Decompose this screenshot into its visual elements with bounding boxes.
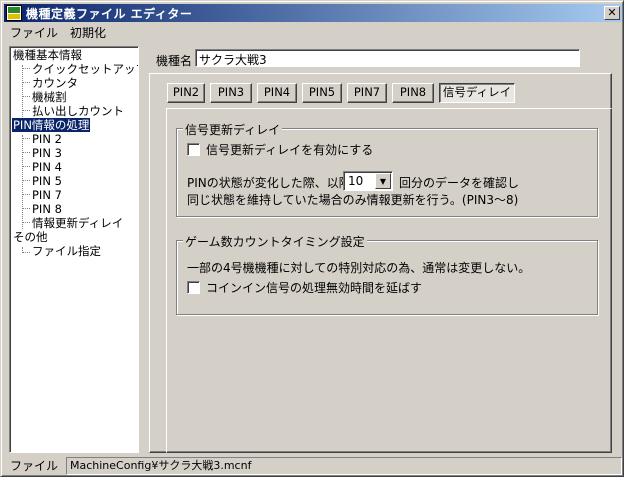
close-button[interactable]: ✕	[604, 6, 620, 20]
tree-item-pin3[interactable]: PIN 3	[32, 146, 62, 160]
delay-count-value: 10	[348, 174, 364, 188]
settings-panel: 機種名 サクラ大戦3 PIN2 PIN3 PIN4 PIN5 PIN7 PIN8…	[149, 46, 617, 453]
tree-item-pin5[interactable]: PIN 5	[32, 174, 62, 188]
model-name-input[interactable]: サクラ大戦3	[195, 49, 580, 67]
tab-signal-delay[interactable]: 信号ディレイ	[439, 83, 515, 103]
menu-file[interactable]: ファイル	[4, 24, 64, 41]
settings-tree[interactable]: 機種基本情報 クイックセットアップ カウンタ 機械割 払い出しカウント PIN情…	[9, 46, 139, 453]
coin-in-extend-box[interactable]	[187, 281, 200, 294]
coin-in-extend-checkbox[interactable]: コインイン信号の処理無効時間を延ばす	[187, 279, 422, 296]
delay-count-select[interactable]: 10 ▼	[343, 171, 393, 191]
tree-item-machine-info[interactable]: 機種基本情報	[13, 48, 82, 62]
delay-line2: 同じ状態を維持していた場合のみ情報更新を行う。(PIN3～8)	[187, 193, 519, 207]
app-icon	[6, 5, 22, 21]
enable-signal-delay-box[interactable]	[187, 143, 200, 156]
tree-item-pin8[interactable]: PIN 8	[32, 202, 62, 216]
tab-pin2[interactable]: PIN2	[167, 83, 205, 103]
window-title: 機種定義ファイル エディター	[26, 6, 193, 21]
status-file-label: ファイル名	[10, 459, 59, 473]
coin-in-extend-label: コインイン信号の処理無効時間を延ばす	[206, 281, 423, 295]
tab-pin4[interactable]: PIN4	[257, 83, 297, 103]
tree-item-pin-processing[interactable]: PIN情報の処理	[12, 118, 91, 132]
menu-initialize[interactable]: 初期化	[64, 24, 112, 41]
main-window: 機種定義ファイル エディター ✕ ファイル 初期化 機種基本情報 クイックセット…	[0, 0, 624, 477]
tab-pin5[interactable]: PIN5	[302, 83, 342, 103]
tree-item-machine-rate[interactable]: 機械割	[32, 90, 67, 104]
game-count-note: 一部の4号機機種に対しての特別対応の為、通常は変更しない。	[187, 261, 531, 275]
tab-pin8[interactable]: PIN8	[392, 83, 434, 103]
tree-item-pin7[interactable]: PIN 7	[32, 188, 62, 202]
tree-item-info-update-delay[interactable]: 情報更新ディレイ	[32, 216, 123, 230]
game-count-legend: ゲーム数カウントタイミング設定	[183, 233, 367, 250]
signal-delay-legend: 信号更新ディレイ	[183, 121, 283, 138]
model-name-label: 機種名	[156, 54, 193, 68]
menu-bar: ファイル 初期化	[4, 23, 622, 41]
delay-line1-suffix: 回分のデータを確認し	[399, 176, 520, 190]
tree-item-payout-count[interactable]: 払い出しカウント	[32, 104, 124, 118]
tree-item-pin4[interactable]: PIN 4	[32, 160, 62, 174]
enable-signal-delay-label: 信号更新ディレイを有効にする	[206, 143, 374, 157]
status-file-path: MachineConfig¥サクラ大戦3.mcnf	[66, 457, 622, 475]
game-count-group: ゲーム数カウントタイミング設定 一部の4号機機種に対しての特別対応の為、通常は変…	[176, 233, 598, 315]
tree-item-other[interactable]: その他	[13, 230, 48, 244]
status-bar: ファイル名 MachineConfig¥サクラ大戦3.mcnf	[4, 457, 622, 475]
title-bar[interactable]: 機種定義ファイル エディター ✕	[4, 4, 622, 22]
delay-line1-prefix: PINの状態が変化した際、以降	[187, 176, 351, 190]
chevron-down-icon[interactable]: ▼	[375, 173, 391, 189]
tree-item-counter[interactable]: カウンタ	[32, 76, 78, 90]
signal-delay-group: 信号更新ディレイ 信号更新ディレイを有効にする PINの状態が変化した際、以降 …	[176, 121, 598, 217]
tree-item-quick-setup[interactable]: クイックセットアップ	[32, 62, 138, 76]
tree-item-pin2[interactable]: PIN 2	[32, 132, 62, 146]
signal-delay-page: 信号更新ディレイ 信号更新ディレイを有効にする PINの状態が変化した際、以降 …	[166, 108, 612, 453]
tab-pin3[interactable]: PIN3	[210, 83, 252, 103]
tab-pin7[interactable]: PIN7	[347, 83, 387, 103]
pin-tab-container: PIN2 PIN3 PIN4 PIN5 PIN7 PIN8 信号ディレイ 信号更…	[149, 73, 612, 453]
tree-item-file-spec[interactable]: ファイル指定	[32, 244, 101, 258]
enable-signal-delay-checkbox[interactable]: 信号更新ディレイを有効にする	[187, 141, 373, 158]
